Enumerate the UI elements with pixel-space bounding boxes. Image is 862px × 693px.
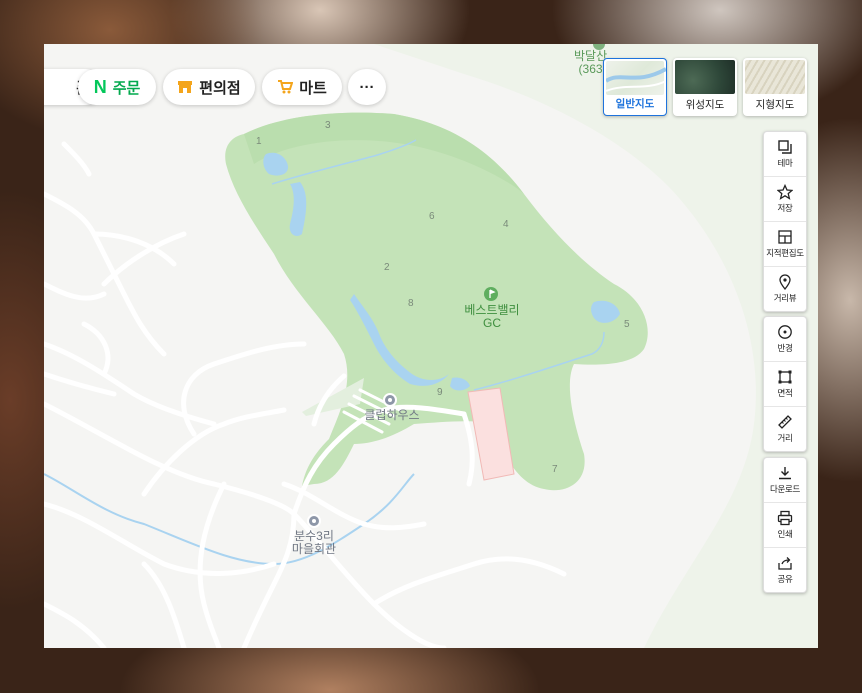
radius-label: 반경: [777, 343, 793, 353]
share-label: 공유: [777, 574, 793, 584]
village-hall-label[interactable]: 분수3리 마을회관: [284, 530, 344, 556]
distance-button[interactable]: 거리: [764, 407, 806, 451]
star-icon: [777, 184, 793, 200]
download-icon: [779, 467, 791, 480]
map-type-terrain[interactable]: 지형지도: [743, 58, 807, 116]
naver-n-icon: N: [93, 76, 107, 97]
hole-marker: 6: [429, 211, 435, 222]
hole-marker: 3: [325, 120, 331, 131]
layers-icon: [778, 140, 792, 154]
category-chip-convenience[interactable]: 편의점: [163, 69, 255, 105]
save-button[interactable]: 저장: [764, 177, 806, 222]
convenience-label: 편의점: [199, 79, 241, 97]
area-label: 면적: [777, 388, 793, 398]
download-button[interactable]: 다운로드: [764, 458, 806, 503]
cart-icon: [277, 79, 294, 95]
radius-button[interactable]: 반경: [764, 317, 806, 362]
store-icon: [177, 79, 193, 95]
more-categories-button[interactable]: ···: [348, 69, 386, 105]
category-chip-order[interactable]: N 주문: [78, 69, 156, 105]
map-type-normal-label: 일반지도: [615, 98, 655, 110]
theme-button[interactable]: 테마: [764, 132, 806, 177]
cadastral-icon: [778, 230, 792, 244]
hole-marker: 7: [552, 464, 558, 475]
street-view-button[interactable]: 거리뷰: [764, 267, 806, 311]
mart-label: 마트: [299, 79, 327, 97]
theme-label: 테마: [777, 158, 793, 168]
hole-marker: 9: [437, 387, 443, 398]
cadastral-map-button[interactable]: 지적편집도: [764, 222, 806, 267]
hole-marker: 2: [384, 262, 390, 273]
terrain-map-thumbnail: [745, 60, 805, 94]
print-label: 인쇄: [777, 529, 793, 539]
hole-marker: 8: [408, 298, 414, 309]
hole-marker: 4: [503, 219, 509, 230]
map-tools-group-1: 테마 저장 지적편집도 거리뷰: [763, 131, 807, 312]
area-icon: [778, 370, 792, 384]
map-type-normal[interactable]: 일반지도: [603, 58, 667, 116]
map-tools-group-2: 반경 면적 거리: [763, 316, 807, 452]
hole-marker: 5: [624, 319, 630, 330]
ruler-icon: [778, 415, 792, 429]
share-icon: [778, 557, 792, 570]
save-label: 저장: [777, 203, 793, 213]
more-icon: ···: [359, 78, 375, 96]
cadastral-label: 지적편집도: [766, 248, 804, 258]
golf-course-label[interactable]: 베스트밸리 GC: [454, 304, 530, 330]
street-view-icon: [779, 274, 791, 290]
distance-label: 거리: [777, 433, 793, 443]
category-chip-mart[interactable]: 마트: [262, 69, 342, 105]
radius-icon: [778, 325, 792, 339]
print-icon: [777, 510, 793, 526]
map-base-layer: [44, 44, 818, 648]
map-canvas[interactable]: 폰 N 주문 편의점 마트 ··· 박달산 (363 일반지도 위성지도 지형지…: [44, 44, 818, 648]
street-view-label: 거리뷰: [773, 293, 797, 303]
download-label: 다운로드: [769, 484, 801, 494]
order-label: 주문: [112, 79, 141, 97]
map-tools-group-3: 다운로드 인쇄 공유: [763, 457, 807, 593]
hole-marker: 1: [256, 136, 262, 147]
golf-course-icon[interactable]: [484, 287, 498, 301]
village-hall-poi-icon[interactable]: [307, 514, 321, 528]
map-type-satellite[interactable]: 위성지도: [673, 58, 737, 116]
map-type-satellite-label: 위성지도: [685, 99, 725, 111]
clubhouse-poi-icon[interactable]: [383, 393, 397, 407]
map-type-terrain-label: 지형지도: [755, 99, 795, 111]
normal-map-thumbnail: [604, 61, 666, 95]
area-button[interactable]: 면적: [764, 362, 806, 407]
clubhouse-label[interactable]: 클럽하우스: [362, 409, 422, 422]
share-button[interactable]: 공유: [764, 548, 806, 592]
print-button[interactable]: 인쇄: [764, 503, 806, 548]
satellite-map-thumbnail: [675, 60, 735, 94]
